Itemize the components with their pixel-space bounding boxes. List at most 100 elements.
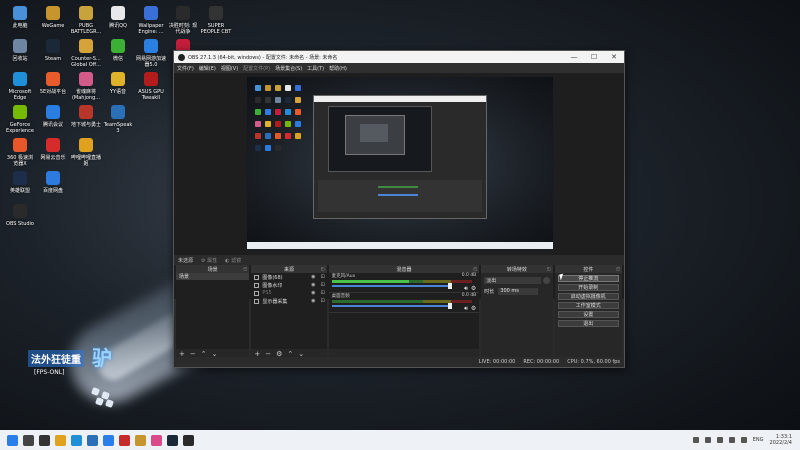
steam-icon[interactable]: [167, 434, 178, 446]
menu-tools[interactable]: 工具(T): [307, 65, 324, 72]
desktop-shortcut[interactable]: 360 极速浏 览器X: [4, 138, 36, 167]
close-icon[interactable]: ✕: [604, 53, 624, 61]
desktop-shortcut[interactable]: SUPER PEOPLE CBT: [200, 6, 232, 35]
chevron-up-icon[interactable]: [692, 437, 699, 443]
desktop-shortcut[interactable]: 英雄联盟: [4, 171, 36, 194]
desktop-shortcut[interactable]: 哔哩哔哩直播 姬: [70, 138, 102, 167]
lock-icon[interactable]: ⊡: [320, 298, 324, 304]
desktop-shortcut[interactable]: 雀魂麻将 (Mahjong...: [70, 72, 102, 101]
edge-icon[interactable]: [71, 434, 82, 446]
desktop-shortcut[interactable]: Counter-S... Global Off...: [70, 39, 102, 68]
desktop-shortcut[interactable]: 微信: [102, 39, 134, 62]
desktop-shortcut[interactable]: 地下城与勇士: [70, 105, 102, 128]
network-icon[interactable]: [728, 437, 735, 443]
duration-input[interactable]: 300 ms: [498, 287, 539, 295]
desktop-shortcut[interactable]: 网易云音乐: [37, 138, 69, 161]
visibility-eye-icon[interactable]: ◉: [311, 282, 315, 288]
input-language[interactable]: ENG: [753, 437, 764, 443]
search-icon[interactable]: [23, 434, 34, 446]
lock-icon[interactable]: ⊡: [320, 290, 324, 296]
menu-help[interactable]: 帮助(H): [329, 65, 347, 72]
desktop-shortcut[interactable]: ASUS GPU TweakII: [135, 72, 167, 101]
menu-edit[interactable]: 编辑(E): [199, 65, 216, 72]
chrome-icon[interactable]: [55, 434, 66, 446]
volume-icon[interactable]: [740, 437, 747, 443]
transition-settings-icon[interactable]: [542, 277, 550, 284]
stop-streaming-button[interactable]: 停止推流: [557, 275, 619, 282]
desktop-shortcut[interactable]: 百度网盘: [37, 171, 69, 194]
studio-mode-button[interactable]: 工作室模式: [557, 302, 619, 309]
desktop-shortcut[interactable]: YY语音: [102, 72, 134, 95]
windows-start-icon[interactable]: [7, 434, 18, 446]
maximize-icon[interactable]: ☐: [584, 53, 604, 61]
task-view-icon[interactable]: [39, 434, 50, 446]
volume-slider[interactable]: [331, 303, 452, 309]
obs-titlebar[interactable]: OBS 27.1.3 (64-bit, windows) - 配置文件: 未命名…: [174, 51, 624, 63]
obs-window[interactable]: OBS 27.1.3 (64-bit, windows) - 配置文件: 未命名…: [173, 50, 625, 368]
desktop-shortcut[interactable]: GeForce Experience: [4, 105, 36, 134]
dock-float-icon[interactable]: ◰: [321, 266, 325, 271]
menu-profile[interactable]: 配置文件(P): [243, 65, 270, 72]
desktop-shortcut[interactable]: 腾讯QQ: [102, 6, 134, 29]
visibility-eye-icon[interactable]: ◉: [311, 298, 315, 304]
desktop-shortcut[interactable]: TeamSpeak 3: [102, 105, 134, 134]
desktop-shortcut[interactable]: 回收站: [4, 39, 36, 62]
taskbar-clock[interactable]: 1:33:1 2022/2/4: [770, 434, 792, 446]
tray-app-icon[interactable]: [704, 437, 711, 443]
minimize-icon[interactable]: —: [564, 53, 584, 61]
dock-float-icon[interactable]: ◰: [547, 266, 551, 271]
desktop-shortcut[interactable]: WeGame: [37, 6, 69, 29]
volume-slider[interactable]: [331, 283, 452, 289]
filters-button[interactable]: ◐ 滤镜: [225, 257, 241, 264]
lock-icon[interactable]: ⊡: [320, 274, 324, 280]
obs-preview-canvas[interactable]: [247, 77, 553, 249]
mixer-dock-header: 混音器 ◰: [328, 265, 480, 273]
desktop-shortcut[interactable]: Microsoft Edge: [4, 72, 36, 101]
settings-button[interactable]: 设置: [557, 311, 619, 318]
dock-float-icon[interactable]: ◰: [244, 266, 248, 271]
mixer-channel: 桌面音频 0.0 dB 🔊︎ ⚙: [328, 293, 480, 313]
desktop-shortcut[interactable]: Steam: [37, 39, 69, 62]
desktop-shortcut[interactable]: 此电脑: [4, 6, 36, 29]
source-item[interactable]: 显示器采集 ◉ ⊡: [251, 297, 326, 305]
transition-select[interactable]: 淡出: [484, 277, 541, 284]
visibility-eye-icon[interactable]: ◉: [311, 274, 315, 280]
wegame-icon[interactable]: [135, 434, 146, 446]
source-item[interactable]: PS5 ◉ ⊡: [251, 289, 326, 297]
gear-icon[interactable]: ⚙: [471, 285, 476, 293]
lock-icon[interactable]: ⊡: [320, 282, 324, 288]
desktop-shortcut[interactable]: 5E对战平台: [37, 72, 69, 95]
gear-icon[interactable]: ⚙: [471, 305, 476, 313]
menu-file[interactable]: 文件(F): [177, 65, 194, 72]
volume-slider-knob[interactable]: [447, 303, 452, 309]
scene-item[interactable]: 场景: [176, 273, 250, 280]
app-red-icon[interactable]: [119, 434, 130, 446]
start-recording-button[interactable]: 开始录制: [557, 284, 619, 291]
visibility-eye-icon[interactable]: ◉: [311, 290, 315, 296]
start-virtual-camera-button[interactable]: 启动虚拟摄像机: [557, 293, 619, 300]
desktop-shortcut[interactable]: 网易网游加速 器5.0: [135, 39, 167, 68]
obs-icon[interactable]: [183, 434, 194, 446]
dock-float-icon[interactable]: ◰: [473, 266, 477, 271]
dock-float-icon[interactable]: ◰: [616, 266, 620, 271]
menu-scene-collection[interactable]: 场景集合(S): [275, 65, 302, 72]
desktop-shortcut[interactable]: PUBG BATTLEGR...: [70, 6, 102, 35]
mixer-channel-controls: 🔊︎ ⚙: [464, 305, 476, 313]
exit-button[interactable]: 退出: [557, 320, 619, 327]
menu-view[interactable]: 视图(V): [221, 65, 238, 72]
desktop-shortcut[interactable]: OBS Studio: [4, 204, 36, 227]
source-item[interactable]: 图像(68) ◉ ⊡: [251, 273, 326, 281]
desktop-shortcut[interactable]: Wallpaper Engine: ...: [135, 6, 167, 35]
tray-app-icon[interactable]: [716, 437, 723, 443]
preview-cod-icon: [255, 97, 261, 103]
source-item[interactable]: 图像水印 ◉ ⊡: [251, 281, 326, 289]
properties-button[interactable]: ⚙ 属性: [201, 257, 217, 264]
app-pink-icon[interactable]: [151, 434, 162, 446]
desktop-shortcut[interactable]: 腾讯会议: [37, 105, 69, 128]
speaker-icon[interactable]: 🔊︎: [464, 305, 468, 313]
mail-icon[interactable]: [87, 434, 98, 446]
speaker-icon[interactable]: 🔊︎: [464, 285, 468, 293]
desktop-shortcut[interactable]: 决胜时刻: 现 代战争: [167, 6, 199, 35]
store-icon[interactable]: [103, 434, 114, 446]
volume-slider-knob[interactable]: [447, 283, 452, 289]
